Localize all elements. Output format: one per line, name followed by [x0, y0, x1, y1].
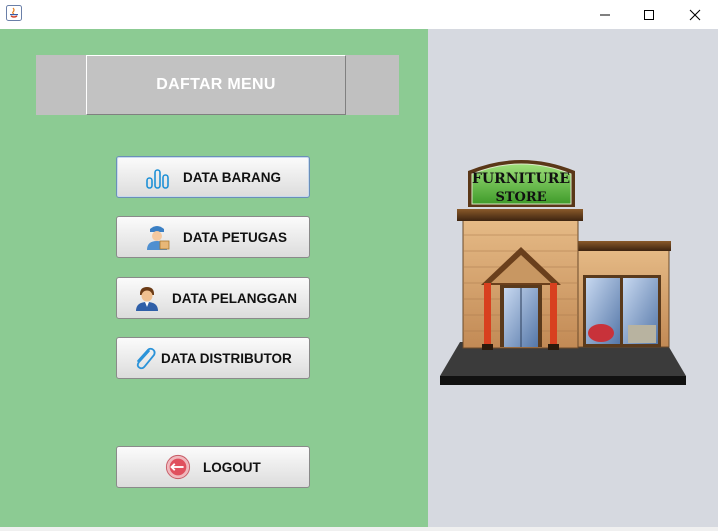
customer-icon	[134, 285, 160, 311]
maximize-button[interactable]	[626, 0, 672, 29]
data-petugas-label: DATA PETUGAS	[183, 229, 287, 245]
minimize-button[interactable]	[582, 0, 628, 29]
logout-icon	[165, 454, 191, 480]
data-pelanggan-button[interactable]: DATA PELANGGAN	[116, 277, 310, 319]
data-barang-button[interactable]: DATA BARANG	[116, 156, 310, 198]
paperclip-icon	[132, 345, 158, 371]
data-distributor-button[interactable]: DATA DISTRIBUTOR	[116, 337, 310, 379]
store-sign-line2: STORE	[495, 190, 546, 205]
window-bottom-edge	[0, 527, 718, 531]
java-app-icon	[6, 5, 22, 21]
furniture-store-illustration: FURNITURE STORE	[440, 160, 686, 385]
close-button[interactable]	[672, 0, 718, 29]
data-barang-label: DATA BARANG	[183, 169, 281, 185]
data-pelanggan-label: DATA PELANGGAN	[172, 290, 297, 306]
minimize-icon	[600, 14, 610, 15]
title-bar	[0, 0, 718, 29]
logout-button[interactable]: LOGOUT	[116, 446, 310, 488]
maximize-icon	[644, 9, 654, 20]
close-icon	[689, 9, 701, 20]
logout-label: LOGOUT	[203, 459, 261, 475]
courier-icon	[145, 224, 171, 250]
store-sign-line1: FURNITURE	[472, 171, 570, 187]
data-petugas-button[interactable]: DATA PETUGAS	[116, 216, 310, 258]
menu-title: DAFTAR MENU	[86, 55, 346, 115]
bar-chart-icon	[145, 164, 171, 190]
data-distributor-label: DATA DISTRIBUTOR	[161, 350, 292, 366]
